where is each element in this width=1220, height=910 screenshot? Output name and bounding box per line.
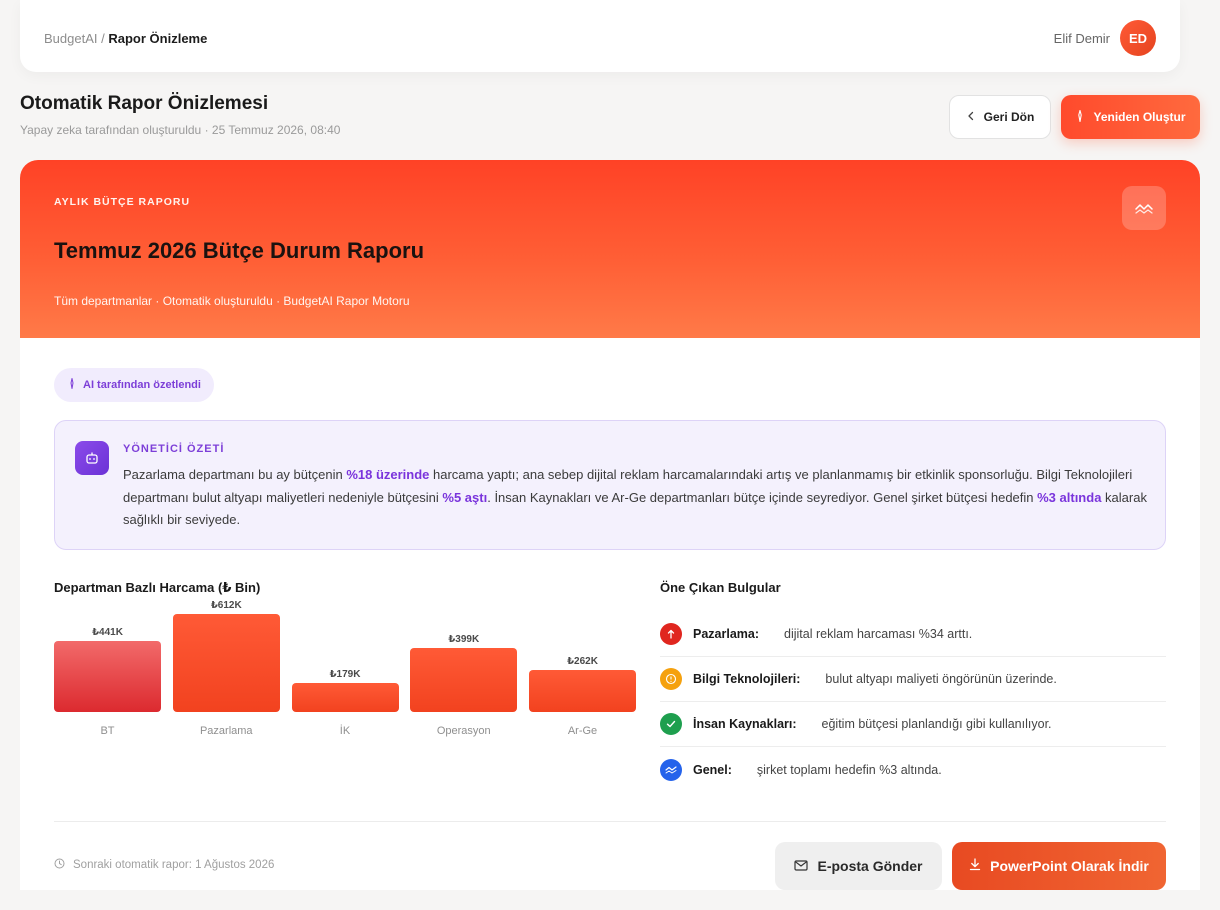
bar: [529, 670, 636, 712]
next-report-text: Sonraki otomatik rapor: 1 Ağustos 2026: [73, 859, 275, 871]
bar-category-label: BT: [100, 725, 115, 737]
trend-icon: [660, 758, 682, 781]
breadcrumb: BudgetAI / Rapor Önizleme: [44, 31, 207, 46]
bar-category-label: Pazarlama: [199, 725, 253, 737]
bar-group: ₺179K İK: [291, 596, 399, 746]
bar: [410, 648, 518, 712]
sparkle-icon: [1075, 109, 1085, 125]
send-email-label: E-posta Gönder: [817, 858, 923, 874]
bar-group: ₺262K Ar-Ge: [529, 596, 636, 746]
executive-summary: YÖNETİCİ ÖZETİ Pazarlama departmanı bu a…: [54, 420, 1166, 550]
finding-text: şirket toplamı hedefin %3 altında.: [756, 762, 942, 777]
download-powerpoint-label: PowerPoint Olarak İndir: [990, 858, 1149, 874]
avatar[interactable]: ED: [1120, 20, 1156, 56]
finding-label: İnsan Kaynakları:: [693, 717, 797, 731]
summary-text-part: Pazarlama departmanı bu ay bütçenin: [123, 467, 347, 482]
warning-icon: [660, 668, 682, 690]
finding-text: bulut altyapı maliyeti öngörünün üzerind…: [825, 672, 1057, 686]
page-title: Otomatik Rapor Önizlemesi: [20, 93, 269, 114]
user-menu[interactable]: Elif Demir ED: [1054, 20, 1156, 56]
download-powerpoint-button[interactable]: PowerPoint Olarak İndir: [952, 842, 1166, 890]
finding-text: eğitim bütçesi planlandığı gibi kullanıl…: [821, 717, 1052, 731]
regenerate-button[interactable]: Yeniden Oluştur: [1061, 95, 1200, 139]
regenerate-button-label: Yeniden Oluştur: [1093, 110, 1186, 124]
footer-divider: [54, 821, 1166, 822]
finding-item: Pazarlama: dijital reklam harcaması %34 …: [660, 612, 1166, 657]
findings-list: Pazarlama: dijital reklam harcaması %34 …: [660, 612, 1166, 792]
bar: [172, 614, 280, 712]
finding-item: Bilgi Teknolojileri: bulut altyapı maliy…: [660, 657, 1166, 702]
bar-category-label: İK: [339, 725, 351, 737]
bar: [54, 641, 161, 712]
bar: [291, 683, 399, 712]
chart-title: Departman Bazlı Harcama (₺ Bin): [54, 580, 261, 595]
summary-highlight: %3 altında: [1037, 489, 1102, 505]
bar-group: ₺441K BT: [54, 596, 161, 746]
next-report-info: Sonraki otomatik rapor: 1 Ağustos 2026: [54, 858, 274, 872]
finding-label: Genel:: [693, 762, 732, 777]
breadcrumb-current: Rapor Önizleme: [108, 31, 208, 46]
bar-group: ₺399K Operasyon: [410, 596, 518, 746]
bar-value-label: ₺441K: [92, 627, 123, 638]
bar-value-label: ₺399K: [448, 634, 480, 645]
clock-icon: [54, 858, 65, 872]
bar-group: ₺612K Pazarlama: [172, 596, 280, 746]
summary-title: YÖNETİCİ ÖZETİ: [123, 443, 225, 455]
finding-item: Genel: şirket toplamı hedefin %3 altında…: [660, 747, 1166, 792]
findings-title: Öne Çıkan Bulgular: [660, 580, 781, 595]
bar-category-label: Ar-Ge: [567, 725, 598, 737]
summary-highlight: %18 üzerinde: [346, 467, 430, 482]
send-email-button[interactable]: E-posta Gönder: [775, 842, 942, 890]
bar-value-label: ₺262K: [567, 656, 598, 667]
report-hero: AYLIK BÜTÇE RAPORU Temmuz 2026 Bütçe Dur…: [20, 160, 1200, 338]
download-icon: [969, 858, 981, 874]
back-button-label: Geri Dön: [983, 110, 1035, 124]
ai-summary-badge: AI tarafından özetlendi: [54, 368, 214, 402]
finding-item: İnsan Kaynakları: eğitim bütçesi planlan…: [660, 702, 1166, 747]
summary-highlight: %5 aştı: [442, 489, 488, 505]
ai-summary-badge-label: AI tarafından özetlendi: [83, 379, 201, 391]
report-card: AYLIK BÜTÇE RAPORU Temmuz 2026 Bütçe Dur…: [20, 160, 1200, 890]
page-subtitle: Yapay zeka tarafından oluşturuldu · 25 T…: [20, 123, 341, 137]
robot-icon: [75, 441, 109, 475]
bar-category-label: Operasyon: [436, 725, 491, 737]
report-eyebrow: AYLIK BÜTÇE RAPORU: [54, 196, 191, 208]
bar-value-label: ₺179K: [329, 669, 361, 680]
mail-icon: [794, 858, 809, 874]
back-button[interactable]: Geri Dön: [949, 95, 1051, 139]
report-title: Temmuz 2026 Bütçe Durum Raporu: [54, 238, 425, 263]
summary-text: Pazarlama departmanı bu ay bütçenin %18 …: [123, 464, 1153, 532]
summary-text-part: . İnsan Kaynakları ve Ar-Ge departmanlar…: [487, 489, 1038, 505]
chevron-left-icon: [966, 110, 976, 124]
top-bar: BudgetAI / Rapor Önizleme Elif Demir ED: [20, 0, 1180, 72]
trend-icon: [1122, 186, 1166, 230]
arrow-up-icon: [660, 623, 682, 645]
bar-value-label: ₺612K: [210, 600, 242, 611]
department-spending-chart: ₺441K BT ₺612K Pazarlama ₺179K İK ₺399K Operasy…: [54, 596, 636, 746]
breadcrumb-root[interactable]: BudgetAI: [44, 31, 98, 46]
finding-text: dijital reklam harcaması %34 arttı.: [784, 627, 973, 641]
check-icon: [660, 713, 682, 735]
breadcrumb-separator: /: [101, 31, 105, 46]
report-subtitle: Tüm departmanlar · Otomatik oluşturuldu …: [54, 294, 410, 308]
sparkle-icon: [68, 378, 76, 392]
finding-label: Bilgi Teknolojileri:: [693, 672, 801, 686]
finding-label: Pazarlama:: [693, 627, 760, 641]
user-name: Elif Demir: [1053, 30, 1110, 46]
